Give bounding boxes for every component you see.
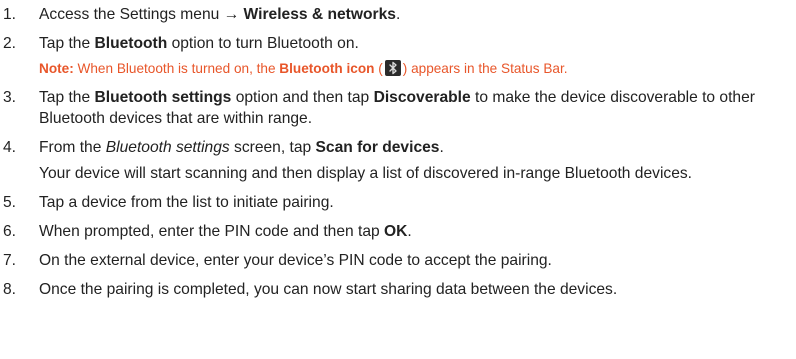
discoverable-option: Discoverable	[373, 89, 471, 106]
bluetooth-icon	[384, 60, 401, 76]
bluetooth-option: Bluetooth	[94, 35, 168, 52]
step-number: 2.	[3, 35, 17, 52]
step-1: 1. Access the Settings menu → Wireless &…	[0, 4, 796, 25]
note: Note: When Bluetooth is turned on, the B…	[39, 60, 568, 76]
step-text: Tap the Bluetooth option to turn Bluetoo…	[39, 35, 359, 52]
screen-name: Bluetooth settings	[105, 139, 230, 156]
step-8: 8. Once the pairing is completed, you ca…	[0, 279, 796, 300]
bluetooth-settings-option: Bluetooth settings	[94, 89, 232, 106]
step-4: 4. From the Bluetooth settings screen, t…	[0, 137, 796, 158]
step-2: 2. Tap the Bluetooth option to turn Blue…	[0, 33, 796, 54]
step-5: 5. Tap a device from the list to initiat…	[0, 192, 796, 213]
step-number: 1.	[3, 6, 17, 23]
ok-option: OK	[384, 223, 408, 240]
step-4-continuation: Your device will start scanning and then…	[39, 165, 693, 182]
note-label: Note:	[39, 61, 74, 76]
step-text: Access the Settings menu → Wireless & ne…	[39, 6, 401, 23]
step-7: 7. On the external device, enter your de…	[0, 250, 796, 271]
step-6: 6. When prompted, enter the PIN code and…	[0, 221, 796, 242]
scan-option: Scan for devices	[315, 139, 440, 156]
step-number: 3.	[3, 89, 17, 106]
step-3: 3. Tap the Bluetooth settings option and…	[0, 87, 796, 129]
step-number: 5.	[3, 194, 17, 211]
step-text: When prompted, enter the PIN code and th…	[39, 223, 412, 240]
instructions-page: 1. Access the Settings menu → Wireless &…	[0, 0, 796, 359]
step-number: 6.	[3, 223, 17, 240]
step-number: 7.	[3, 252, 17, 269]
step-text: On the external device, enter your devic…	[39, 252, 552, 269]
step-number: 8.	[3, 281, 17, 298]
step-text: From the Bluetooth settings screen, tap …	[39, 139, 444, 156]
step-number: 4.	[3, 139, 17, 156]
step-text: Tap the Bluetooth settings option and th…	[39, 89, 755, 127]
step-text: Tap a device from the list to initiate p…	[39, 194, 334, 211]
menu-path: Wireless & networks	[243, 6, 396, 23]
step-text: Once the pairing is completed, you can n…	[39, 281, 618, 298]
